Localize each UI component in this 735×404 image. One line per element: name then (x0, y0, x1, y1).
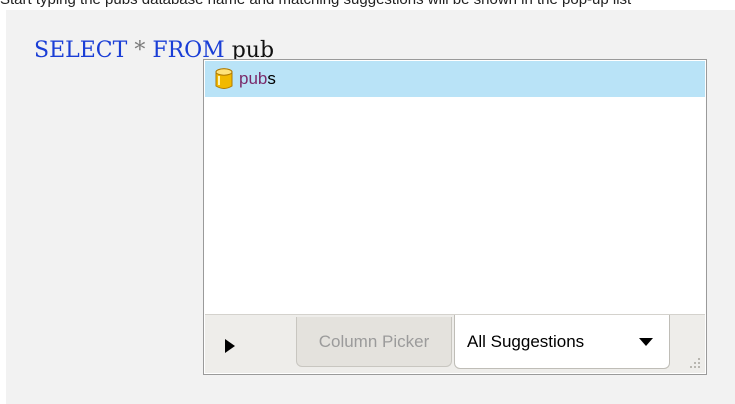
chevron-down-icon[interactable] (639, 338, 653, 346)
instruction-caption: Start typing the pubs database name and … (0, 0, 735, 9)
popup-footer: Column Picker All Suggestions (205, 314, 705, 373)
tab-column-picker[interactable]: Column Picker (296, 317, 452, 367)
tab-all-suggestions[interactable]: All Suggestions (454, 315, 670, 369)
play-icon[interactable] (225, 339, 235, 353)
keyword-select: SELECT (34, 38, 128, 63)
tab-all-suggestions-label: All Suggestions (467, 332, 585, 351)
database-icon (215, 68, 233, 89)
screen: Start typing the pubs database name and … (0, 0, 735, 404)
suggestion-label: pubs (239, 68, 276, 90)
suggestion-match-text: pub (239, 69, 268, 88)
suggestions-popup: pubs Column Picker All Suggestions (203, 59, 707, 375)
operator-star: * (134, 38, 146, 63)
suggestion-item-pubs[interactable]: pubs (205, 61, 705, 97)
suggestion-rest-text: s (267, 69, 276, 88)
tab-column-picker-label: Column Picker (318, 332, 430, 351)
resize-grip-icon[interactable] (687, 355, 701, 369)
